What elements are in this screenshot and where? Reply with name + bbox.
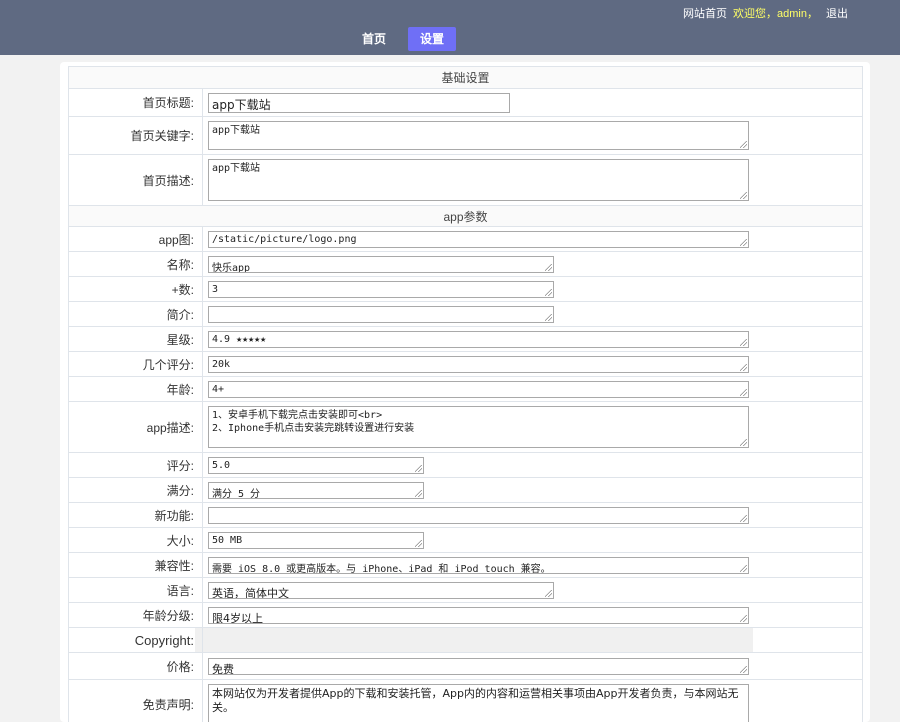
settings-form: 基础设置 首页标题: app下载站 首页关键字: app下载站 首页描述: ap… bbox=[68, 66, 863, 722]
star-rating-input[interactable]: 4.9 ★★★★★ bbox=[208, 331, 749, 348]
score-input[interactable]: 5.0 bbox=[208, 457, 424, 474]
site-keywords-textarea[interactable]: app下载站 bbox=[208, 121, 749, 150]
copyright-label: Copyright: bbox=[69, 628, 203, 653]
language-input[interactable]: 英语，简体中文 bbox=[208, 582, 554, 599]
section-app-title: app参数 bbox=[69, 206, 863, 227]
price-input[interactable]: 免费 bbox=[208, 658, 749, 675]
description-label: 首页描述: bbox=[69, 155, 203, 206]
settings-panel: 基础设置 首页标题: app下载站 首页关键字: app下载站 首页描述: ap… bbox=[60, 62, 870, 722]
keywords-label: 首页关键字: bbox=[69, 117, 203, 155]
lang-label: 语言: bbox=[69, 578, 203, 603]
size-label: 大小: bbox=[69, 528, 203, 553]
ratings-label: 几个评分: bbox=[69, 352, 203, 377]
logout-link[interactable]: 退出 bbox=[826, 8, 848, 20]
name-label: 名称: bbox=[69, 252, 203, 277]
title-label: 首页标题: bbox=[69, 89, 203, 117]
site-description-textarea[interactable]: app下载站 bbox=[208, 159, 749, 201]
fullscore-label: 满分: bbox=[69, 478, 203, 503]
nav-home-tab[interactable]: 首页 bbox=[350, 27, 398, 51]
intro-input[interactable] bbox=[208, 306, 554, 323]
app-description-textarea[interactable]: 1、安卓手机下载完点击安装即可<br> 2、Iphone手机点击安装完跳转设置进… bbox=[208, 406, 749, 448]
newfeat-label: 新功能: bbox=[69, 503, 203, 528]
appdesc-label: app描述: bbox=[69, 402, 203, 453]
intro-label: 简介: bbox=[69, 302, 203, 327]
site-title-input[interactable]: app下载站 bbox=[208, 93, 510, 113]
disclaimer-label: 免责声明: bbox=[69, 680, 203, 722]
age-input[interactable]: 4+ bbox=[208, 381, 749, 398]
agerating-label: 年龄分级: bbox=[69, 603, 203, 628]
copyright-input[interactable] bbox=[195, 628, 753, 652]
plus-label: +数: bbox=[69, 277, 203, 302]
rating-count-input[interactable]: 20k bbox=[208, 356, 749, 373]
app-size-input[interactable]: 50 MB bbox=[208, 532, 424, 549]
new-features-input[interactable] bbox=[208, 507, 749, 524]
compatibility-input[interactable]: 需要 iOS 8.0 或更高版本。与 iPhone、iPad 和 iPod to… bbox=[208, 557, 749, 574]
main-nav: 首页 设置 bbox=[350, 27, 466, 51]
compat-label: 兼容性: bbox=[69, 553, 203, 578]
site-home-link[interactable]: 网站首页 bbox=[683, 8, 727, 20]
age-rating-input[interactable]: 限4岁以上 bbox=[208, 607, 749, 624]
top-bar: 网站首页欢迎您，admin， 退出 首页 设置 bbox=[0, 0, 900, 55]
app-icon-input[interactable]: /static/picture/logo.png bbox=[208, 231, 749, 248]
age-label: 年龄: bbox=[69, 377, 203, 402]
nav-settings-tab[interactable]: 设置 bbox=[408, 27, 456, 51]
disclaimer-textarea[interactable]: 本网站仅为开发者提供App的下载和安装托管，App内的内容和运营相关事项由App… bbox=[208, 684, 749, 722]
price-label: 价格: bbox=[69, 653, 203, 680]
top-links: 网站首页欢迎您，admin， 退出 bbox=[678, 5, 848, 21]
section-basic-title: 基础设置 bbox=[69, 67, 863, 89]
plus-count-input[interactable]: 3 bbox=[208, 281, 554, 298]
icon-label: app图: bbox=[69, 227, 203, 252]
stars-label: 星级: bbox=[69, 327, 203, 352]
full-score-input[interactable]: 满分 5 分 bbox=[208, 482, 424, 499]
score-label: 评分: bbox=[69, 453, 203, 478]
welcome-text: 欢迎您，admin， bbox=[733, 8, 818, 20]
app-name-input[interactable]: 快乐app bbox=[208, 256, 554, 273]
